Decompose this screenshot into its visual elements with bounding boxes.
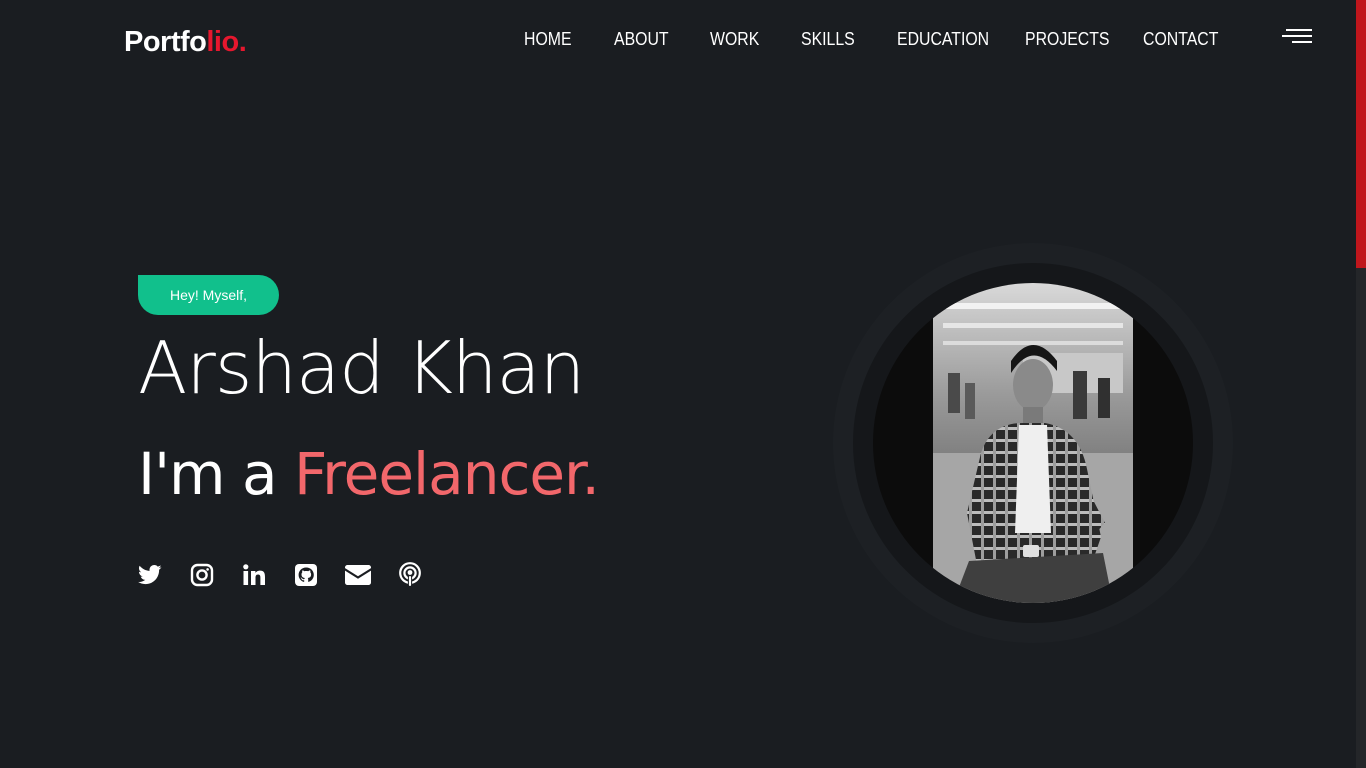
nav-projects[interactable]: PROJECTS bbox=[1025, 27, 1109, 51]
hero-name: Arshad Khan bbox=[138, 326, 585, 410]
instagram-icon[interactable] bbox=[189, 562, 215, 588]
profile-photo bbox=[873, 283, 1193, 603]
logo-main-text: Portfo bbox=[124, 26, 207, 58]
nav-education[interactable]: EDUCATION bbox=[897, 27, 989, 51]
scrollbar-thumb[interactable] bbox=[1356, 0, 1366, 268]
nav-work[interactable]: WORK bbox=[710, 27, 759, 51]
nav-about[interactable]: ABOUT bbox=[614, 27, 669, 51]
logo-accent-text: lio. bbox=[206, 26, 247, 58]
scrollbar[interactable] bbox=[1356, 0, 1366, 768]
nav-skills[interactable]: SKILLS bbox=[801, 27, 855, 51]
hamburger-menu-icon[interactable] bbox=[1282, 29, 1312, 45]
hero-role: I'm a Freelancer. bbox=[138, 438, 600, 510]
site-logo[interactable]: Portfolio. bbox=[124, 25, 247, 59]
role-typed-text: Freelancer. bbox=[293, 440, 600, 508]
podcast-icon[interactable] bbox=[397, 562, 423, 588]
greeting-badge: Hey! Myself, bbox=[138, 275, 279, 315]
linkedin-icon[interactable] bbox=[241, 562, 267, 588]
twitter-icon[interactable] bbox=[137, 562, 163, 588]
role-prefix: I'm a bbox=[138, 440, 278, 508]
email-icon[interactable] bbox=[345, 562, 371, 588]
page: Portfolio. HOME ABOUT WORK SKILLS EDUCAT… bbox=[0, 0, 1366, 768]
github-icon[interactable] bbox=[293, 562, 319, 588]
nav-home[interactable]: HOME bbox=[524, 27, 572, 51]
nav-contact[interactable]: CONTACT bbox=[1143, 27, 1218, 51]
